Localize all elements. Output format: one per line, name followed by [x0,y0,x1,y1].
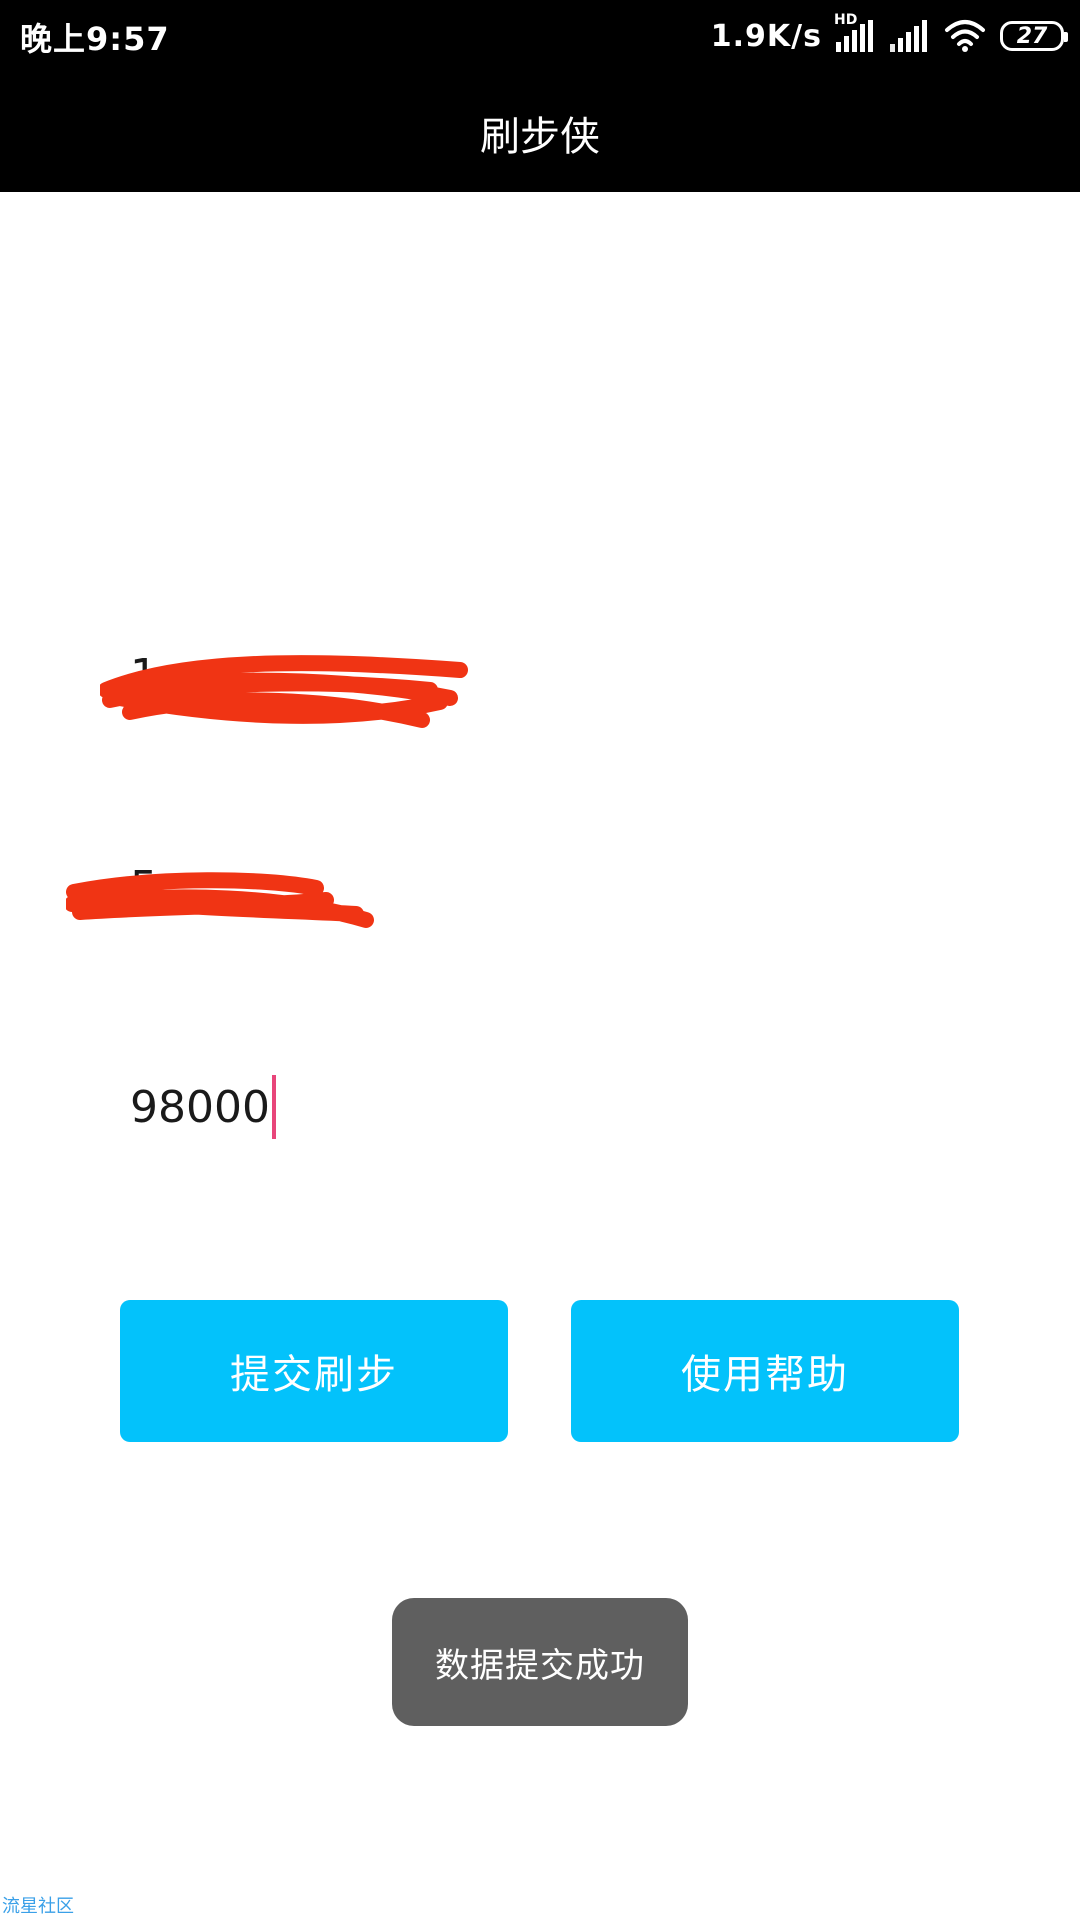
password-value: 5 [130,862,158,913]
hd-label: HD [834,12,858,28]
top-bar: 晚上9:57 1.9K/s HD 27 刷步侠 [0,0,1080,192]
battery-level: 27 [1016,23,1048,49]
steps-input[interactable]: 98000 [130,1075,276,1139]
toast-message: 数据提交成功 [392,1598,688,1726]
signal-icon [890,20,930,52]
steps-value: 98000 [130,1081,270,1133]
toast-text: 数据提交成功 [435,1645,645,1686]
page-title: 刷步侠 [480,114,600,160]
battery-icon: 27 [1000,21,1068,51]
phone-input[interactable]: 1 [130,650,158,701]
status-icons: 1.9K/s HD 27 [710,12,1068,58]
signal-icon: HD [834,12,876,52]
watermark: 流星社区 [2,1896,74,1917]
wifi-icon [945,20,985,52]
network-speed: 1.9K/s [710,18,822,54]
help-button[interactable]: 使用帮助 [571,1300,959,1442]
text-cursor [271,1075,276,1139]
phone-value: 1 [130,650,158,701]
redaction-scribble [66,872,374,928]
app-screen: 晚上9:57 1.9K/s HD 27 刷步侠 1 5 98000 提交刷步 使… [0,0,1080,1920]
password-input[interactable]: 5 [130,862,158,913]
status-time: 晚上9:57 [20,20,170,58]
submit-steps-button[interactable]: 提交刷步 [120,1300,508,1442]
